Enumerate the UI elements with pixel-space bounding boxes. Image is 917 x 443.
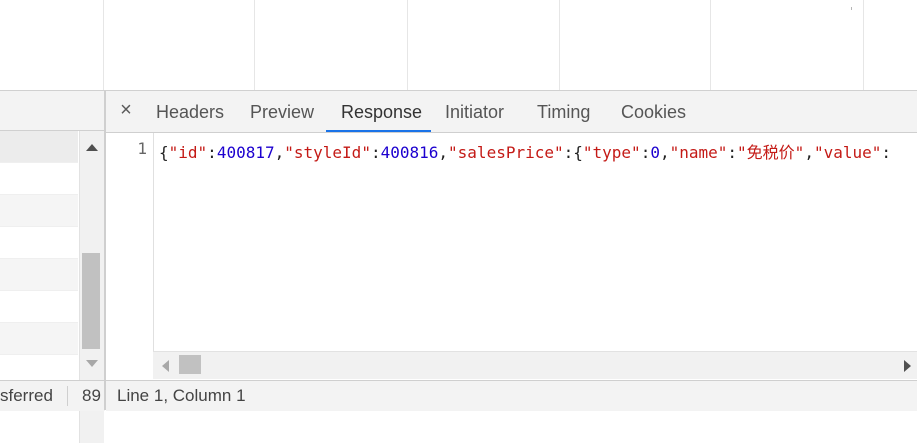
line-number-gutter: 1 [106, 133, 154, 378]
details-tab-bar: × Headers Preview Response Initiator Tim… [106, 91, 917, 133]
tab-initiator[interactable]: Initiator [445, 102, 504, 123]
response-code-line[interactable]: {"id":400817,"styleId":400816,"salesPric… [159, 139, 891, 163]
tab-headers[interactable]: Headers [156, 102, 224, 123]
request-row[interactable] [0, 131, 78, 163]
chevron-right-icon[interactable] [904, 360, 911, 372]
network-overview-timeline[interactable] [0, 0, 917, 91]
timeline-gridline [863, 0, 864, 90]
request-row[interactable] [0, 227, 78, 259]
timeline-gridline [103, 0, 104, 90]
json-token: 400817 [216, 143, 275, 162]
active-tab-indicator [326, 130, 431, 132]
request-details-pane: × Headers Preview Response Initiator Tim… [106, 91, 917, 411]
json-token: : [881, 143, 892, 162]
close-icon[interactable]: × [117, 100, 135, 120]
json-token: "免税价" [737, 143, 805, 162]
timeline-gridline [254, 0, 255, 90]
editor-status-bar: Line 1, Column 1 [106, 380, 917, 411]
json-token: , [438, 143, 449, 162]
timeline-gridline [559, 0, 560, 90]
summary-divider [67, 386, 68, 406]
timeline-gridline [710, 0, 711, 90]
request-row[interactable] [0, 291, 78, 323]
tab-response[interactable]: Response [341, 102, 422, 123]
chevron-left-icon[interactable] [162, 360, 169, 372]
json-token: : [640, 143, 651, 162]
transferred-label: sferred [0, 386, 53, 405]
response-viewer[interactable]: 1 {"id":400817,"styleId":400816,"salesPr… [106, 133, 917, 379]
scrollbar-thumb[interactable] [179, 355, 201, 374]
request-row[interactable] [0, 195, 78, 227]
request-summary-bar: sferred 89 [0, 380, 105, 411]
line-number: 1 [137, 139, 147, 158]
timeline-gridline [407, 0, 408, 90]
json-token: , [659, 143, 670, 162]
json-token: , [804, 143, 814, 162]
chevron-down-icon[interactable] [86, 360, 98, 367]
request-row[interactable] [0, 163, 78, 195]
request-row[interactable] [0, 259, 78, 291]
tab-cookies[interactable]: Cookies [621, 102, 686, 123]
json-token: "salesPrice" [448, 143, 564, 162]
json-token: : [370, 143, 381, 162]
json-token: 400816 [380, 143, 439, 162]
json-token: "name" [669, 143, 728, 162]
chevron-up-icon[interactable] [86, 144, 98, 151]
json-token: 0 [650, 143, 660, 162]
json-token: : [207, 143, 217, 162]
json-token: "type" [582, 143, 641, 162]
tab-preview[interactable]: Preview [250, 102, 314, 123]
tab-timing[interactable]: Timing [537, 102, 590, 123]
json-token: , [274, 143, 285, 162]
timeline-marker [851, 7, 852, 10]
json-token: { [159, 143, 169, 162]
json-token: "id" [168, 143, 208, 162]
request-row[interactable] [0, 323, 78, 355]
scrollbar-thumb[interactable] [82, 253, 100, 349]
request-list-header [0, 91, 104, 131]
transferred-count: 89 [82, 386, 101, 405]
cursor-position: Line 1, Column 1 [117, 386, 246, 405]
json-token: "styleId" [284, 143, 371, 162]
json-token: :{ [563, 143, 583, 162]
request-list-pane: sferred 89 [0, 91, 105, 443]
json-token: : [727, 143, 738, 162]
json-token: "value" [813, 143, 882, 162]
response-horizontal-scrollbar[interactable] [153, 351, 917, 379]
